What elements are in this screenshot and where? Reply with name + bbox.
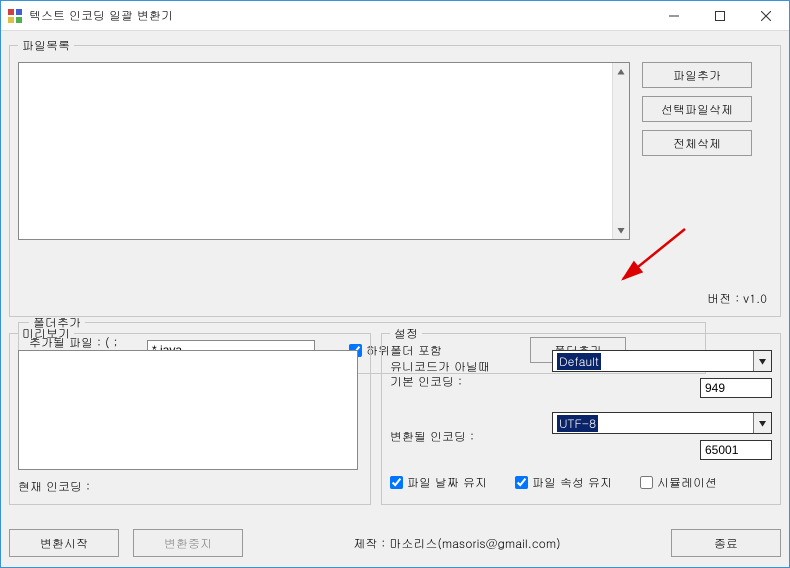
scrollbar[interactable]: ▲ ▼ <box>612 63 629 239</box>
minimize-button[interactable] <box>651 1 697 30</box>
keep-date-input[interactable] <box>390 476 403 489</box>
simulation-checkbox[interactable]: 시뮬레이션 <box>640 474 717 491</box>
preview-legend: 미리보기 <box>18 325 74 342</box>
default-encoding-combo[interactable]: Default ▼ <box>552 350 772 372</box>
current-encoding-label: 현재 인코딩 : <box>18 478 362 495</box>
groupbox-preview: 미리보기 현재 인코딩 : <box>9 325 371 505</box>
groupbox-filelist: 파일목록 ▲ ▼ 파일추가 선택파일삭제 전체삭제 폴더추가 추가될 파일 : … <box>9 37 781 317</box>
default-encoding-code[interactable] <box>700 378 772 398</box>
scroll-up-icon[interactable]: ▲ <box>613 63 629 80</box>
version-label: 버전 : v1.0 <box>707 290 767 307</box>
preview-textarea[interactable] <box>18 350 358 470</box>
default-encoding-label: 유니코드가 아닐때 기본 인코딩 : <box>390 359 520 389</box>
target-encoding-code[interactable] <box>700 440 772 460</box>
scroll-down-icon[interactable]: ▼ <box>613 222 629 239</box>
target-encoding-label: 변환될 인코딩 : <box>390 428 520 445</box>
simulation-label: 시뮬레이션 <box>657 474 717 491</box>
target-encoding-value: UTF-8 <box>557 415 598 432</box>
add-file-button[interactable]: 파일추가 <box>642 62 752 88</box>
target-encoding-combo[interactable]: UTF-8 ▼ <box>552 412 772 434</box>
file-listbox[interactable]: ▲ ▼ <box>18 62 630 240</box>
filelist-legend: 파일목록 <box>18 37 74 54</box>
app-window: 텍스트 인코딩 일괄 변환기 파일목록 ▲ ▼ <box>0 0 790 568</box>
chevron-down-icon: ▼ <box>753 413 771 433</box>
default-encoding-value: Default <box>557 353 601 370</box>
groupbox-settings: 설정 유니코드가 아닐때 기본 인코딩 : Default ▼ 변환될 인코딩 … <box>381 325 781 505</box>
keep-date-checkbox[interactable]: 파일 날짜 유지 <box>390 474 487 491</box>
start-convert-button[interactable]: 변환시작 <box>9 529 119 557</box>
keep-attr-input[interactable] <box>515 476 528 489</box>
settings-legend: 설정 <box>390 325 422 342</box>
maximize-button[interactable] <box>697 1 743 30</box>
window-title: 텍스트 인코딩 일괄 변환기 <box>29 7 651 24</box>
delete-selected-button[interactable]: 선택파일삭제 <box>642 96 752 122</box>
keep-attr-checkbox[interactable]: 파일 속성 유지 <box>515 474 612 491</box>
keep-date-label: 파일 날짜 유지 <box>407 474 487 491</box>
stop-convert-button[interactable]: 변환중지 <box>133 529 243 557</box>
keep-attr-label: 파일 속성 유지 <box>532 474 612 491</box>
delete-all-button[interactable]: 전체삭제 <box>642 130 752 156</box>
simulation-input[interactable] <box>640 476 653 489</box>
app-icon <box>7 8 23 24</box>
titlebar: 텍스트 인코딩 일괄 변환기 <box>1 1 789 31</box>
credit-label: 제작 : 마소리스(masoris@gmail.com) <box>257 535 657 552</box>
close-button[interactable] <box>743 1 789 30</box>
exit-button[interactable]: 종료 <box>671 529 781 557</box>
chevron-down-icon: ▼ <box>753 351 771 371</box>
